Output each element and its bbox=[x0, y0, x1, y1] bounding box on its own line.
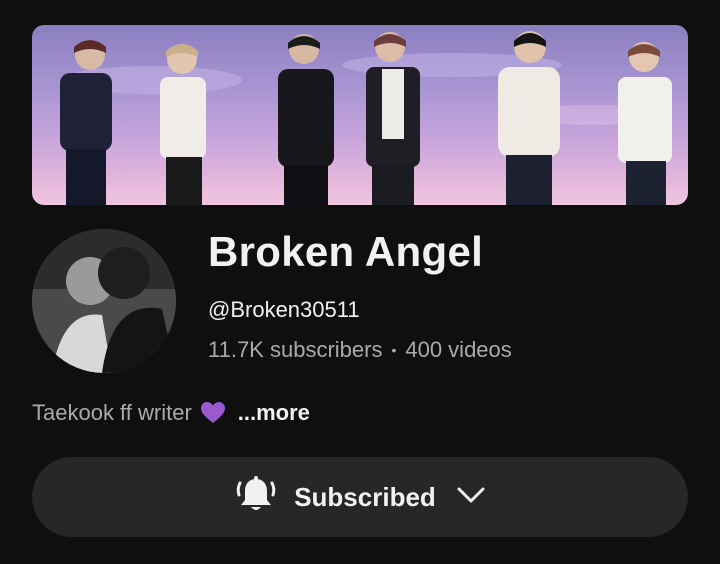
bell-ringing-icon bbox=[234, 473, 278, 522]
subscriber-count: 11.7K subscribers bbox=[208, 337, 383, 362]
channel-meta: 11.7K subscribers • 400 videos bbox=[208, 337, 512, 363]
chevron-down-icon bbox=[456, 485, 486, 510]
subscribed-label: Subscribed bbox=[294, 481, 436, 512]
more-link[interactable]: ...more bbox=[238, 400, 310, 426]
channel-banner bbox=[32, 25, 688, 205]
banner-image bbox=[60, 31, 672, 205]
channel-name: Broken Angel bbox=[208, 228, 484, 275]
video-count[interactable]: 400 videos bbox=[405, 337, 511, 363]
subscribed-button[interactable]: Subscribed bbox=[32, 457, 688, 537]
description-text: Taekook ff writer bbox=[32, 400, 192, 425]
purple-heart-icon bbox=[200, 401, 226, 425]
meta-separator: • bbox=[391, 342, 397, 358]
channel-description[interactable]: Taekook ff writer ...more bbox=[32, 400, 310, 426]
avatar-image bbox=[32, 229, 176, 373]
channel-avatar[interactable] bbox=[32, 229, 176, 373]
channel-handle: @Broken30511 bbox=[208, 297, 360, 322]
